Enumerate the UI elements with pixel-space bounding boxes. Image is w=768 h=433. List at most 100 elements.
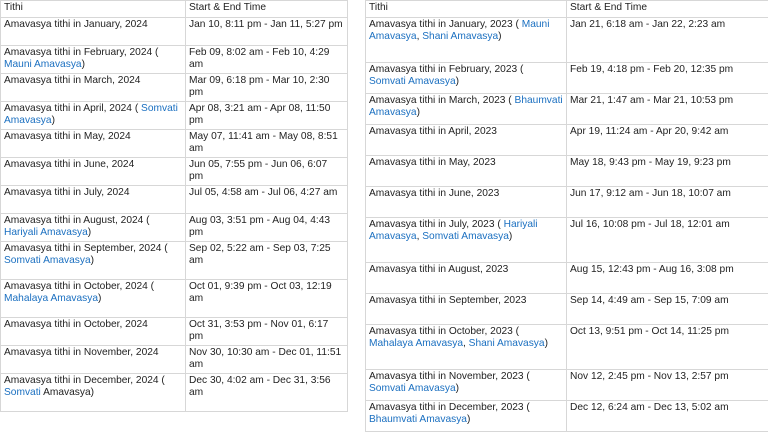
tithi-label: Amavasya tithi in July, 2023 bbox=[369, 219, 495, 230]
tithi-label: Amavasya tithi in December, 2024 bbox=[4, 375, 159, 386]
festival-link[interactable]: Shani Amavasya bbox=[422, 31, 498, 42]
table-row: Amavasya tithi in July, 2023 ( Hariyali … bbox=[365, 217, 768, 263]
festival-link[interactable]: Mauni Amavasya bbox=[4, 59, 82, 70]
table-row: Amavasya tithi in April, 2024 ( Somvati … bbox=[0, 101, 348, 130]
festival-link[interactable]: Somvati Amavasya bbox=[4, 255, 91, 266]
table-row: Amavasya tithi in September, 2023 Sep 14,… bbox=[365, 293, 768, 325]
time-cell: Aug 15, 12:43 pm - Aug 16, 3:08 pm bbox=[566, 262, 768, 294]
tithi-cell: Amavasya tithi in May, 2023 bbox=[365, 155, 567, 187]
table-row: Amavasya tithi in March, 2024 Mar 09, 6:1… bbox=[0, 73, 348, 102]
tithi-label: Amavasya tithi in January, 2024 bbox=[4, 19, 148, 30]
table-row: Amavasya tithi in November, 2024 Nov 30, … bbox=[0, 345, 348, 374]
table-row: Amavasya tithi in December, 2023 ( Bhaum… bbox=[365, 400, 768, 432]
time-cell: Mar 21, 1:47 am - Mar 21, 10:53 pm bbox=[566, 93, 768, 125]
tithi-label: Amavasya tithi in February, 2024 bbox=[4, 47, 153, 58]
tithi-cell: Amavasya tithi in October, 2023 ( Mahala… bbox=[365, 324, 567, 370]
festival-link[interactable]: Mahalaya Amavasya bbox=[4, 293, 98, 304]
tithi-cell: Amavasya tithi in January, 2024 bbox=[0, 17, 186, 46]
tithi-cell: Amavasya tithi in January, 2023 ( Mauni … bbox=[365, 17, 567, 63]
tithi-cell: Amavasya tithi in June, 2023 bbox=[365, 186, 567, 218]
festival-link[interactable]: Somvati Amavasya bbox=[422, 231, 509, 242]
time-cell: Jun 17, 9:12 am - Jun 18, 10:07 am bbox=[566, 186, 768, 218]
tithi-label: Amavasya tithi in April, 2023 bbox=[369, 126, 497, 137]
table-row: Amavasya tithi in January, 2024 Jan 10, 8… bbox=[0, 17, 348, 46]
time-cell: Sep 02, 5:22 am - Sep 03, 7:25 am bbox=[185, 241, 348, 280]
tithi-label: Amavasya tithi in December, 2023 bbox=[369, 402, 524, 413]
tithi-cell: Amavasya tithi in March, 2023 ( Bhaumvat… bbox=[365, 93, 567, 125]
tithi-cell: Amavasya tithi in October, 2024 ( Mahala… bbox=[0, 279, 186, 318]
time-cell: Jan 10, 8:11 pm - Jan 11, 5:27 pm bbox=[185, 17, 348, 46]
tithi-label: Amavasya tithi in January, 2023 bbox=[369, 19, 513, 30]
table-row: Amavasya tithi in July, 2024 Jul 05, 4:58… bbox=[0, 185, 348, 214]
time-cell: Oct 01, 9:39 pm - Oct 03, 12:19 am bbox=[185, 279, 348, 318]
tithi-label: Amavasya tithi in August, 2024 bbox=[4, 215, 144, 226]
tithi-cell: Amavasya tithi in August, 2024 ( Hariyal… bbox=[0, 213, 186, 242]
table-row: Amavasya tithi in February, 2024 ( Mauni… bbox=[0, 45, 348, 74]
tithi-label: Amavasya tithi in October, 2023 bbox=[369, 326, 513, 337]
tithi-label: Amavasya tithi in June, 2023 bbox=[369, 188, 500, 199]
time-cell: Mar 09, 6:18 pm - Mar 10, 2:30 pm bbox=[185, 73, 348, 102]
column-header-time: Start & End Time bbox=[185, 0, 348, 18]
time-cell: Oct 13, 9:51 pm - Oct 14, 11:25 pm bbox=[566, 324, 768, 370]
table-row: Amavasya tithi in January, 2023 ( Mauni … bbox=[365, 17, 768, 63]
tithi-cell: Amavasya tithi in June, 2024 bbox=[0, 157, 186, 186]
table-row: Amavasya tithi in May, 2023 May 18, 9:43 … bbox=[365, 155, 768, 187]
festival-link[interactable]: Hariyali Amavasya bbox=[4, 227, 88, 238]
tithi-cell: Amavasya tithi in February, 2024 ( Mauni… bbox=[0, 45, 186, 74]
tithi-label: Amavasya tithi in February, 2023 bbox=[369, 64, 518, 75]
table-row: Amavasya tithi in August, 2023 Aug 15, 12… bbox=[365, 262, 768, 294]
tithi-label: Amavasya tithi in March, 2024 bbox=[4, 75, 141, 86]
festival-link[interactable]: Somvati Amavasya bbox=[369, 383, 456, 394]
tithi-cell: Amavasya tithi in February, 2023 ( Somva… bbox=[365, 62, 567, 94]
tithi-cell: Amavasya tithi in July, 2023 ( Hariyali … bbox=[365, 217, 567, 263]
table-row: Amavasya tithi in November, 2023 ( Somva… bbox=[365, 369, 768, 401]
table-header-row: Tithi Start & End Time bbox=[365, 0, 768, 18]
time-cell: May 07, 11:41 am - May 08, 8:51 am bbox=[185, 129, 348, 158]
time-cell: Jun 05, 7:55 pm - Jun 06, 6:07 pm bbox=[185, 157, 348, 186]
table-row: Amavasya tithi in October, 2024 ( Mahala… bbox=[0, 279, 348, 318]
time-cell: Nov 12, 2:45 pm - Nov 13, 2:57 pm bbox=[566, 369, 768, 401]
tithi-label: Amavasya tithi in July, 2024 bbox=[4, 187, 130, 198]
tithi-cell: Amavasya tithi in September, 2024 ( Somv… bbox=[0, 241, 186, 280]
tithi-cell: Amavasya tithi in April, 2023 bbox=[365, 124, 567, 156]
tithi-label: Amavasya tithi in September, 2024 bbox=[4, 243, 162, 254]
time-cell: Nov 30, 10:30 am - Dec 01, 11:51 am bbox=[185, 345, 348, 374]
festival-link[interactable]: Mahalaya Amavasya bbox=[369, 338, 463, 349]
amavasya-table-2024: Tithi Start & End Time Amavasya tithi in… bbox=[0, 0, 348, 412]
tithi-cell: Amavasya tithi in December, 2024 ( Somva… bbox=[0, 373, 186, 412]
table-row: Amavasya tithi in June, 2023 Jun 17, 9:12… bbox=[365, 186, 768, 218]
festival-link[interactable]: Bhaumvati Amavasya bbox=[369, 414, 467, 425]
time-cell: Jan 21, 6:18 am - Jan 22, 2:23 am bbox=[566, 17, 768, 63]
table-body-2024: Amavasya tithi in January, 2024 Jan 10, 8… bbox=[0, 17, 348, 412]
tithi-cell: Amavasya tithi in September, 2023 bbox=[365, 293, 567, 325]
table-header-row: Tithi Start & End Time bbox=[0, 0, 348, 18]
table-row: Amavasya tithi in March, 2023 ( Bhaumvat… bbox=[365, 93, 768, 125]
time-cell: Aug 03, 3:51 pm - Aug 04, 4:43 pm bbox=[185, 213, 348, 242]
tithi-label: Amavasya tithi in May, 2023 bbox=[369, 157, 496, 168]
tithi-cell: Amavasya tithi in March, 2024 bbox=[0, 73, 186, 102]
table-row: Amavasya tithi in September, 2024 ( Somv… bbox=[0, 241, 348, 280]
time-cell: Jul 16, 10:08 pm - Jul 18, 12:01 am bbox=[566, 217, 768, 263]
time-cell: Dec 12, 6:24 am - Dec 13, 5:02 am bbox=[566, 400, 768, 432]
tithi-label: Amavasya tithi in April, 2024 bbox=[4, 103, 132, 114]
festival-link[interactable]: Shani Amavasya bbox=[469, 338, 545, 349]
table-body-2023: Amavasya tithi in January, 2023 ( Mauni … bbox=[365, 17, 768, 432]
table-row: Amavasya tithi in December, 2024 ( Somva… bbox=[0, 373, 348, 412]
amavasya-table-2023: Tithi Start & End Time Amavasya tithi in… bbox=[365, 0, 768, 432]
tithi-cell: Amavasya tithi in December, 2023 ( Bhaum… bbox=[365, 400, 567, 432]
tithi-cell: Amavasya tithi in May, 2024 bbox=[0, 129, 186, 158]
festival-link[interactable]: Somvati bbox=[4, 387, 41, 398]
tithi-cell: Amavasya tithi in October, 2024 bbox=[0, 317, 186, 346]
column-header-tithi: Tithi bbox=[0, 0, 186, 18]
festival-link[interactable]: Somvati Amavasya bbox=[369, 76, 456, 87]
table-row: Amavasya tithi in August, 2024 ( Hariyal… bbox=[0, 213, 348, 242]
time-cell: Apr 08, 3:21 am - Apr 08, 11:50 pm bbox=[185, 101, 348, 130]
table-row: Amavasya tithi in May, 2024 May 07, 11:41… bbox=[0, 129, 348, 158]
tithi-label: Amavasya tithi in June, 2024 bbox=[4, 159, 135, 170]
tithi-cell: Amavasya tithi in November, 2024 bbox=[0, 345, 186, 374]
tithi-cell: Amavasya tithi in August, 2023 bbox=[365, 262, 567, 294]
festival-suffix: Amavasya bbox=[40, 386, 91, 398]
column-header-time: Start & End Time bbox=[566, 0, 768, 18]
time-cell: Feb 19, 4:18 pm - Feb 20, 12:35 pm bbox=[566, 62, 768, 94]
tithi-cell: Amavasya tithi in November, 2023 ( Somva… bbox=[365, 369, 567, 401]
